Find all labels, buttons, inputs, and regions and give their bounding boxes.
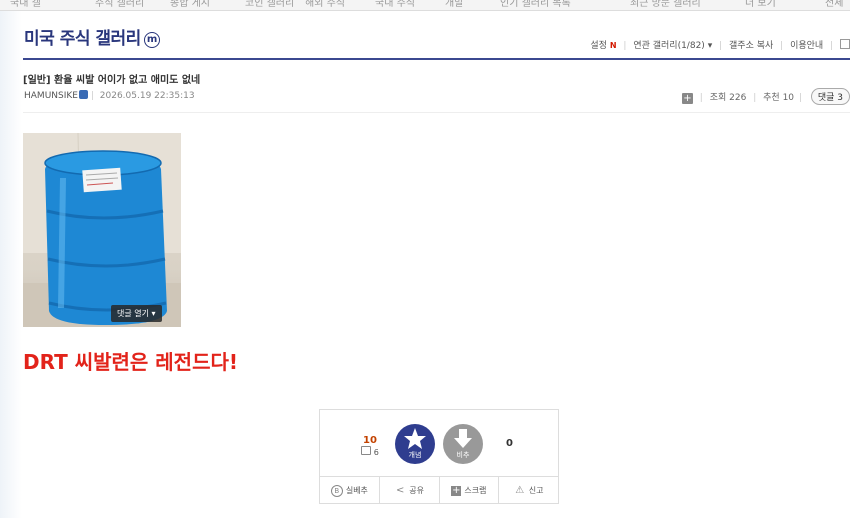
gallery-header: 미국 주식 갤러리 m 설정 N | 연관 갤러리(1/82) ▾ | 갤주소 복…: [23, 24, 850, 60]
gallery-title-text[interactable]: 미국 주식 갤러리: [24, 29, 141, 49]
top-nav-item[interactable]: 주식 갤러리: [95, 0, 144, 9]
downvote-button[interactable]: 비추: [443, 424, 483, 464]
comment-count[interactable]: 3: [837, 93, 843, 103]
arrow-down-icon: [454, 429, 472, 448]
open-comments-label[interactable]: 댓글 열기: [117, 309, 149, 318]
top-nav-item[interactable]: 개발: [445, 0, 463, 9]
related-gallery-dropdown[interactable]: 연관 갤러리(1/82) ▾: [633, 41, 712, 51]
menu-divider: |: [830, 41, 834, 51]
share-button[interactable]: < 공유: [380, 477, 440, 504]
comment-count-button[interactable]: 댓글 3: [810, 88, 850, 105]
related-gallery-label[interactable]: 연관 갤러리(1/82): [633, 41, 705, 51]
top-nav-item[interactable]: 종합 게시: [170, 0, 210, 9]
top-nav-item[interactable]: 최근 방문 갤러리: [630, 0, 701, 9]
top-nav-item[interactable]: 인기 갤러리 목록: [500, 0, 571, 9]
copy-address-link[interactable]: 갤주소 복사: [729, 41, 773, 51]
caret-down-icon[interactable]: ▾: [152, 309, 156, 318]
recommend-label: 추천: [763, 93, 780, 103]
blue-drum-image: [23, 133, 181, 327]
best-recommend-button[interactable]: B 실베추: [320, 477, 380, 504]
top-nav-item[interactable]: 국내 주식: [375, 0, 415, 9]
post-title: [일반] 환율 씨발 어이가 없고 애미도 없네: [23, 71, 200, 86]
menu-divider: |: [623, 41, 627, 51]
vote-actions: B 실베추 < 공유 + 스크랩 ⚠ 신고: [320, 476, 558, 504]
menu-divider: |: [780, 41, 784, 51]
siren-icon: ⚠: [515, 484, 525, 496]
vote-panel: 10 6 개념 비추 0 B 실베추 < 공유 + 스크랩 ⚠ 신고: [319, 409, 559, 504]
top-nav-item[interactable]: 전체: [825, 0, 843, 9]
add-folder-icon[interactable]: +: [681, 93, 693, 104]
new-badge: N: [609, 41, 617, 50]
menu-divider: |: [719, 41, 723, 51]
report-label[interactable]: 신고: [529, 485, 544, 496]
scrap-label[interactable]: 스크랩: [464, 485, 486, 496]
top-nav-item[interactable]: 코인 갤러리: [245, 0, 294, 9]
gallery-menu: 설정 N | 연관 갤러리(1/82) ▾ | 갤주소 복사 | 이용안내 |: [590, 38, 850, 51]
best-b-icon: B: [330, 484, 343, 497]
scrap-folder-icon: +: [451, 484, 462, 496]
open-comments-button[interactable]: 댓글 열기 ▾: [111, 305, 162, 322]
top-nav-item[interactable]: 더 보기: [745, 0, 776, 9]
report-button[interactable]: ⚠ 신고: [499, 477, 558, 504]
post-stats: + | 조회 226 | 추천 10 | 댓글 3: [681, 88, 850, 105]
recommend-count: 10: [782, 93, 795, 103]
meta-divider: |: [753, 93, 757, 103]
top-navigation-strip: 국내 갤 주식 갤러리 종합 게시 코인 갤러리 해외 주식 국내 주식 개발 …: [0, 0, 850, 11]
top-nav-item[interactable]: 국내 갤: [10, 0, 41, 9]
post-meta: HAMUNSIKE | 2026.05.19 22:35:13 + | 조회 2…: [23, 88, 850, 113]
meta-divider: |: [90, 91, 94, 101]
meta-divider: |: [699, 93, 703, 103]
fixed-user-count: 6: [373, 448, 379, 457]
views-label: 조회: [709, 93, 727, 103]
downvote-label[interactable]: 비추: [443, 450, 483, 460]
gallery-title[interactable]: 미국 주식 갤러리 m: [24, 24, 160, 49]
star-icon: [404, 428, 426, 449]
fixed-nick-icon: [78, 90, 88, 99]
top-nav-item[interactable]: 해외 주식: [305, 0, 345, 9]
upvote-label[interactable]: 개념: [395, 450, 435, 460]
scrap-button[interactable]: + 스크랩: [440, 477, 500, 504]
settings-link[interactable]: 설정 N: [590, 41, 616, 51]
down-vote-count: 0: [506, 438, 513, 449]
views-count: 226: [729, 93, 747, 103]
caret-down-icon[interactable]: ▾: [708, 41, 713, 51]
comment-label[interactable]: 댓글: [818, 93, 835, 103]
post-date: 2026.05.19 22:35:13: [99, 91, 195, 101]
left-background-shade: [0, 0, 22, 518]
post-category: [일반]: [23, 75, 51, 86]
up-vote-count-block: 10 6: [360, 435, 380, 457]
minor-gallery-badge-icon: m: [143, 32, 160, 48]
author-nickname[interactable]: HAMUNSIKE: [24, 91, 78, 101]
up-vote-count: 10: [363, 435, 377, 446]
post-title-text: 환율 씨발 어이가 없고 애미도 없네: [54, 75, 201, 86]
upvote-button[interactable]: 개념: [395, 424, 435, 464]
post-author-info: HAMUNSIKE | 2026.05.19 22:35:13: [24, 90, 195, 101]
fixed-user-icon: [361, 446, 372, 455]
best-recommend-label[interactable]: 실베추: [346, 485, 368, 496]
post-image[interactable]: 댓글 열기 ▾: [23, 133, 181, 327]
share-label[interactable]: 공유: [409, 485, 424, 496]
settings-label[interactable]: 설정: [590, 41, 607, 51]
meta-divider: |: [798, 93, 802, 103]
guide-link[interactable]: 이용안내: [790, 41, 823, 51]
post-body-headline: DRT 씨발련은 레전드다!: [23, 350, 238, 374]
expand-icon[interactable]: [840, 39, 850, 49]
fixed-user-vote: 6: [360, 446, 380, 457]
share-icon: <: [396, 484, 405, 496]
